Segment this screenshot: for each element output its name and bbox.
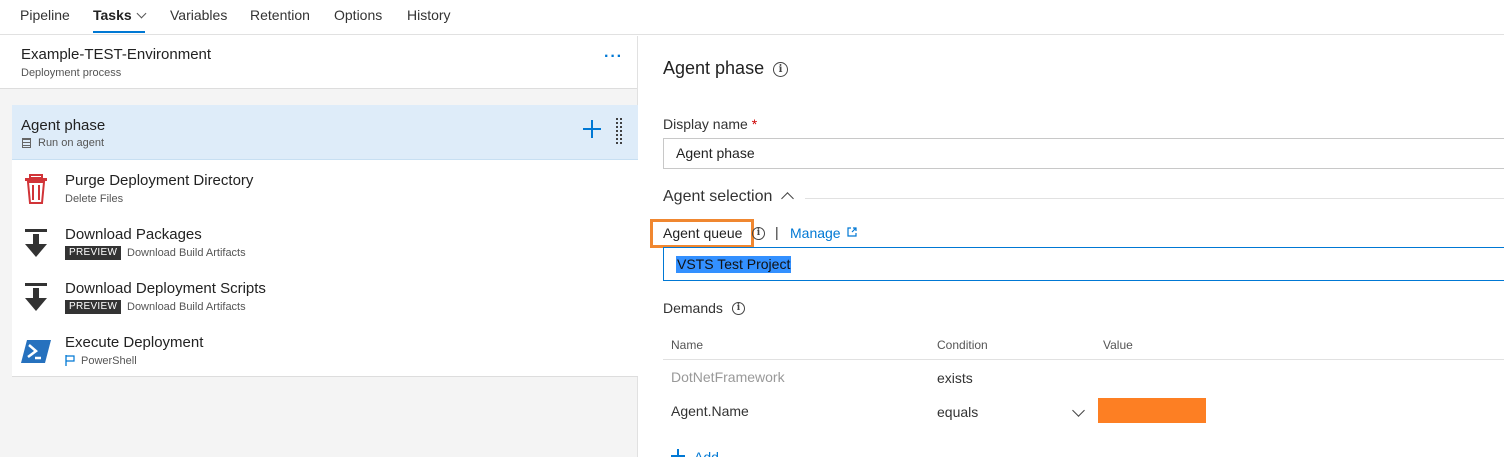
drag-handle-icon[interactable] [615,117,623,145]
tab-retention[interactable]: Retention [250,7,310,33]
chevron-up-icon[interactable] [781,192,794,205]
preview-badge: PREVIEW [65,246,122,260]
tab-variables[interactable]: Variables [170,7,227,33]
task-row-purge[interactable]: Purge Deployment Directory Delete Files [12,161,638,215]
agent-queue-label: Agent queue [663,225,743,241]
info-icon[interactable]: i [752,227,765,240]
section-divider [805,198,1504,199]
task-list: Agent phase Run on agent Purge Deploymen… [12,105,638,377]
agent-selection-heading[interactable]: Agent selection [663,188,772,206]
environment-subtitle: Deployment process [21,67,122,79]
demands-label: Demands [663,300,723,316]
environment-header[interactable]: Example-TEST-Environment Deployment proc… [0,36,637,89]
environment-title: Example-TEST-Environment [21,46,212,63]
task-subtitle: Download Build Artifacts [127,247,246,259]
add-demand-button[interactable]: Add [694,449,719,457]
display-name-label: Display name * [663,116,757,132]
info-icon[interactable]: i [773,62,788,77]
tab-tasks[interactable]: Tasks [93,7,147,33]
redacted-value [1098,398,1206,423]
top-nav: Pipeline Tasks Variables Retention Optio… [0,0,1504,35]
phase-title: Agent phase [21,117,106,134]
info-icon[interactable]: i [732,302,745,315]
required-mark: * [751,116,758,132]
agent-queue-select[interactable]: VSTS Test Project [663,247,1504,281]
tab-tasks-label: Tasks [93,7,132,23]
table-divider [663,359,1504,360]
display-name-input[interactable]: Agent phase [663,138,1504,169]
demand-name-input[interactable]: Agent.Name [671,403,749,419]
separator: | [775,224,779,240]
column-header-value: Value [1103,338,1133,352]
add-task-button[interactable] [583,120,601,138]
task-title: Download Packages [65,226,202,243]
column-header-name: Name [671,338,704,352]
demand-condition-select[interactable]: equals [937,404,978,420]
powershell-icon [21,340,51,363]
download-icon [25,283,47,311]
phase-subtitle: Run on agent [38,137,105,149]
server-icon [22,138,31,148]
demand-name: DotNetFramework [671,369,785,385]
trash-icon [25,174,47,204]
preview-badge: PREVIEW [65,300,122,314]
task-title: Purge Deployment Directory [65,172,254,189]
task-subtitle: Download Build Artifacts [127,301,246,313]
display-name-label-text: Display name [663,116,748,132]
phase-details-pane: Agent phase i Display name * Agent phase… [639,36,1504,457]
task-row-download-scripts[interactable]: Download Deployment Scripts PREVIEW Down… [12,269,638,323]
chevron-down-icon [136,8,147,19]
task-title: Execute Deployment [65,334,204,351]
task-subtitle: Delete Files [65,193,124,205]
tab-history[interactable]: History [407,7,451,33]
column-header-condition: Condition [937,338,988,352]
tab-pipeline[interactable]: Pipeline [20,7,70,33]
download-icon [25,229,47,257]
task-title: Download Deployment Scripts [65,280,266,297]
chevron-down-icon[interactable] [1072,404,1085,417]
flag-icon [65,355,75,366]
agent-queue-value: VSTS Test Project [676,256,792,273]
add-icon[interactable] [671,449,685,457]
agent-phase-row[interactable]: Agent phase Run on agent [12,105,638,160]
details-title: Agent phase [663,58,765,78]
more-actions-button[interactable]: ··· [604,49,623,65]
tab-options[interactable]: Options [334,7,382,33]
demand-condition: exists [937,370,973,386]
task-row-execute[interactable]: Execute Deployment PowerShell [12,323,638,377]
manage-link[interactable]: Manage [790,225,841,241]
task-subtitle: PowerShell [81,355,137,367]
external-link-icon[interactable] [847,227,857,237]
task-row-download-packages[interactable]: Download Packages PREVIEW Download Build… [12,215,638,269]
process-pane: Example-TEST-Environment Deployment proc… [0,36,638,457]
